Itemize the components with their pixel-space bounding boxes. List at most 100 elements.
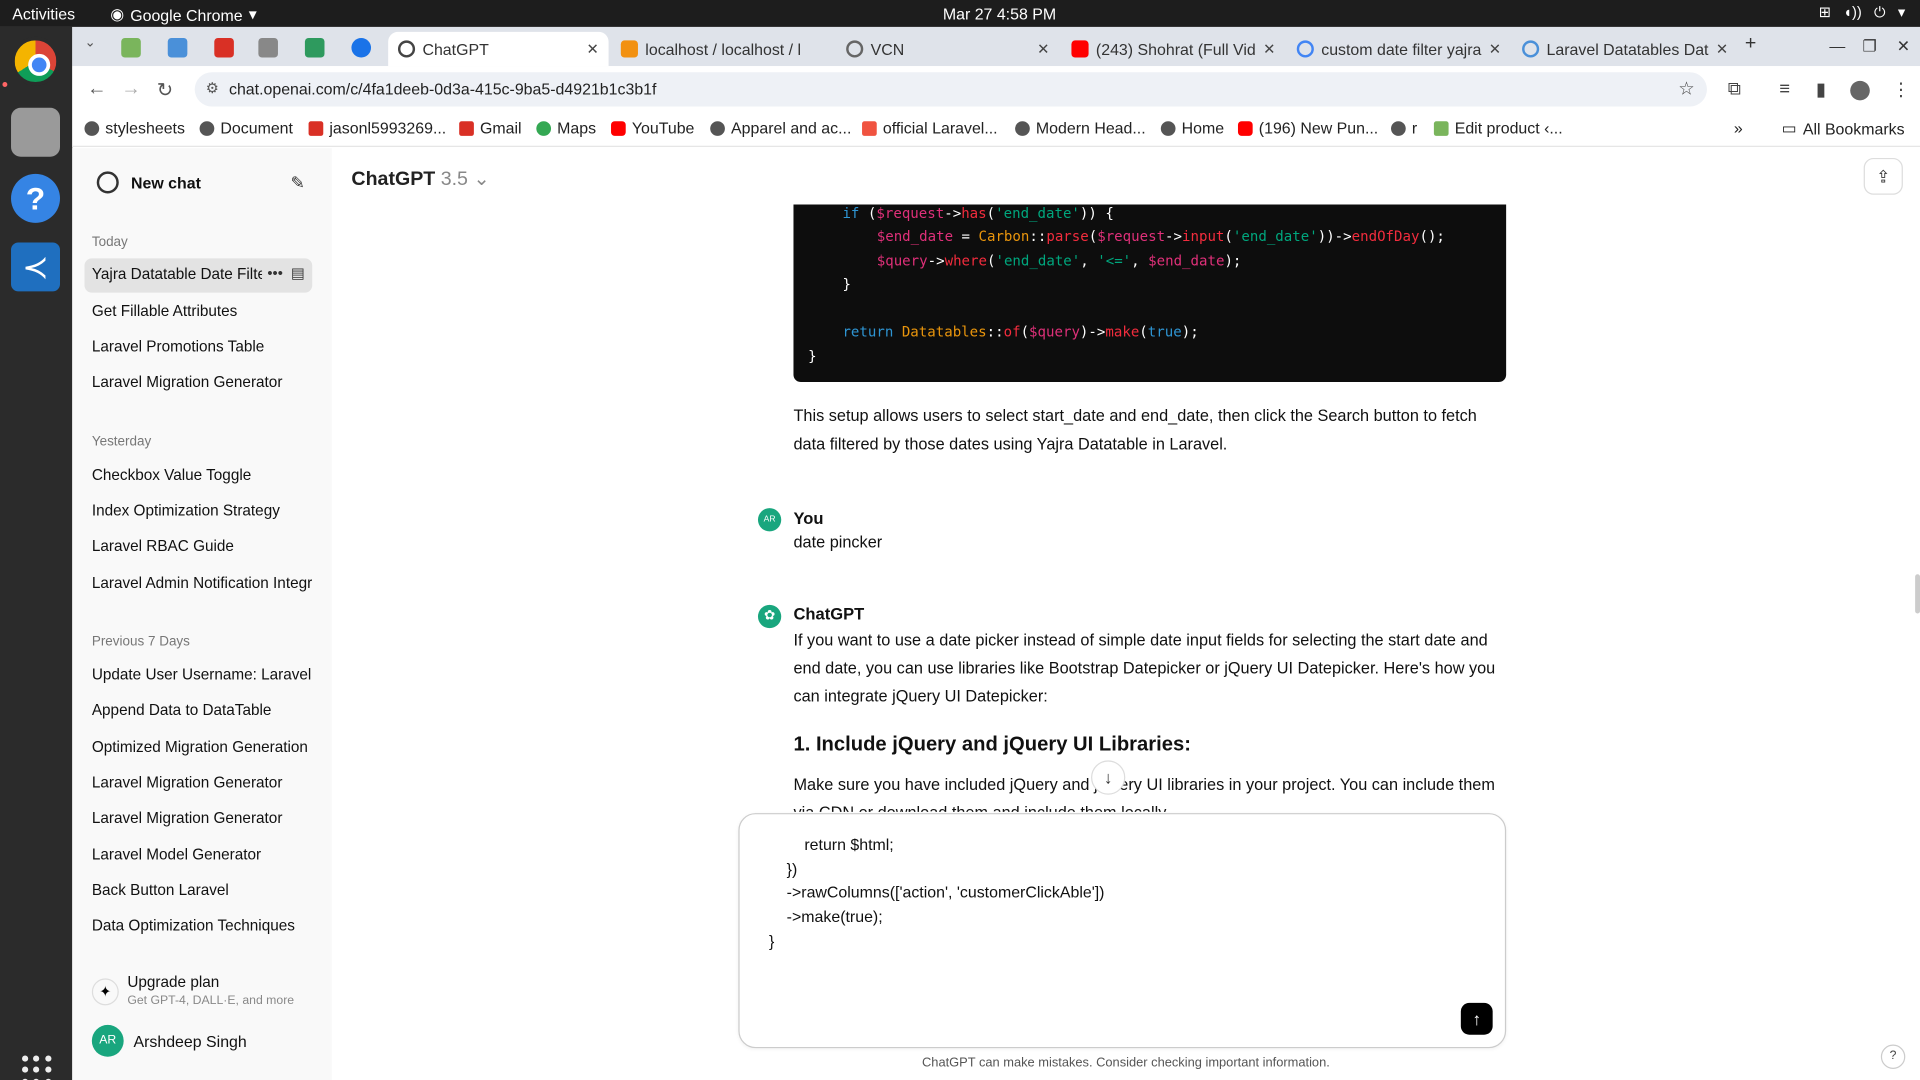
chat-history-item[interactable]: Laravel Migration Generator <box>84 767 312 801</box>
tab-youtube[interactable]: (243) Shohrat (Full Vid ✕ <box>1062 32 1285 66</box>
tab-laravel-datatables[interactable]: Laravel Datatables Dat ✕ <box>1512 32 1735 66</box>
bookmark-item[interactable]: Home <box>1160 119 1224 137</box>
bookmark-item[interactable]: Gmail <box>459 119 522 137</box>
bookmark-item[interactable]: official Laravel... <box>862 119 998 137</box>
close-window-icon[interactable]: ✕ <box>1897 37 1910 57</box>
tab-google-search[interactable]: custom date filter yajra ✕ <box>1287 32 1510 66</box>
edit-icon[interactable]: ✎ <box>291 172 305 193</box>
bookmark-item[interactable]: Edit product ‹... <box>1433 119 1563 137</box>
bookmark-item[interactable]: Maps <box>536 119 596 137</box>
scrollbar[interactable] <box>1915 574 1920 614</box>
close-icon[interactable]: ✕ <box>1256 40 1275 57</box>
tab-search-icon[interactable]: ⌄ <box>84 34 95 51</box>
app-menu[interactable]: ◉ Google Chrome ▾ <box>110 5 257 25</box>
media-icon[interactable]: ≡ <box>1779 78 1790 99</box>
chat-history-item[interactable]: Index Optimization Strategy <box>84 495 312 529</box>
tab-localhost[interactable]: localhost / localhost / l <box>611 32 834 66</box>
close-icon[interactable]: ✕ <box>1481 40 1501 57</box>
show-apps-icon[interactable] <box>22 1055 52 1080</box>
chat-history-item[interactable]: Update User Username: Laravel <box>84 659 312 693</box>
vscode-dock-icon[interactable]: ≺ <box>11 242 61 292</box>
side-panel-icon[interactable]: ▮ <box>1816 78 1826 101</box>
bookmark-item[interactable]: Apparel and ac... <box>710 119 851 137</box>
extensions-icon[interactable]: ⧉ <box>1728 78 1741 99</box>
back-icon[interactable]: ← <box>87 78 107 100</box>
files-dock-icon[interactable] <box>11 107 61 157</box>
chat-history-item[interactable]: Checkbox Value Toggle <box>84 459 312 493</box>
chat-history-item[interactable]: Yajra Datatable Date Filter ••• ▤ <box>84 258 313 293</box>
activities-button[interactable]: Activities <box>12 5 75 23</box>
chat-history-item[interactable]: Laravel Migration Generator <box>84 366 312 400</box>
bookmark-item[interactable]: r <box>1391 119 1417 137</box>
assistant-paragraph: If you want to use a date picker instead… <box>793 630 1496 706</box>
bookmark-item[interactable]: YouTube <box>611 119 694 137</box>
youtube-icon <box>1237 120 1253 136</box>
help-icon[interactable]: ? <box>1880 1044 1906 1069</box>
more-menu-icon[interactable]: ⋮ <box>1892 78 1910 101</box>
pinned-tab-icon[interactable] <box>167 37 188 58</box>
profile-avatar[interactable] <box>1850 80 1870 101</box>
chat-history-item[interactable]: Optimized Migration Generation <box>84 731 312 765</box>
pinned-tab-icon[interactable] <box>121 37 141 58</box>
code-line: } <box>808 347 817 365</box>
pinned-tab-icon[interactable] <box>351 37 372 58</box>
chat-history-item[interactable]: Laravel Model Generator <box>84 839 312 873</box>
openai-icon <box>96 171 119 194</box>
help-dock-icon[interactable]: ? <box>11 173 61 223</box>
site-info-icon[interactable]: ⚙ <box>206 80 219 97</box>
address-bar[interactable]: ⚙ chat.openai.com/c/4fa1deeb-0d3a-415c-9… <box>194 72 1707 107</box>
new-chat-button[interactable]: New chat ✎ <box>84 163 314 202</box>
chat-history-item[interactable]: Back Button Laravel <box>84 874 312 908</box>
all-bookmarks[interactable]: ▭ All Bookmarks <box>1782 119 1905 139</box>
chat-history-item[interactable]: Laravel RBAC Guide <box>84 530 312 564</box>
close-icon[interactable]: ✕ <box>579 40 598 57</box>
clock[interactable]: Mar 27 4:58 PM <box>943 5 1056 23</box>
tab-title: custom date filter yajra <box>1321 39 1482 59</box>
gmail-pinned-tab-icon[interactable] <box>214 37 234 58</box>
model-selector[interactable]: ChatGPT 3.5 ⌄ <box>351 167 489 191</box>
bookmark-star-icon[interactable]: ☆ <box>1678 77 1694 99</box>
share-icon[interactable]: ⇪ <box>1863 157 1903 195</box>
pinned-tab-icon[interactable] <box>258 37 278 58</box>
chrome-dock-icon[interactable] <box>11 36 61 86</box>
chat-history-item[interactable]: Data Optimization Techniques <box>84 910 312 944</box>
system-top-bar: Activities ◉ Google Chrome ▾ Mar 27 4:58… <box>0 0 1920 27</box>
tab-strip: ⌄ ChatGPT ✕ localhost / localhost / l VC… <box>72 26 1920 67</box>
close-icon[interactable]: ✕ <box>1030 40 1049 57</box>
pinned-tab-icon[interactable] <box>304 37 325 58</box>
avatar: AR <box>91 1024 124 1057</box>
more-bookmarks-icon[interactable]: » <box>1734 119 1743 137</box>
forward-icon[interactable]: → <box>121 78 141 100</box>
power-icon: ⏻ <box>1874 3 1886 21</box>
input-line: }) <box>768 859 798 878</box>
user-message-text: date pincker <box>793 532 883 552</box>
code-line: } <box>842 275 851 293</box>
scroll-down-icon[interactable]: ↓ <box>1091 760 1126 795</box>
shopify-icon <box>1433 120 1449 136</box>
chat-history-item[interactable]: Append Data to DataTable <box>84 694 312 728</box>
message-input[interactable]: return $html; }) ->rawColumns(['action',… <box>738 813 1507 1049</box>
send-button[interactable]: ↑ <box>1460 1002 1493 1035</box>
chevron-down-icon: ⌄ <box>473 168 490 190</box>
reload-icon[interactable]: ↻ <box>157 78 173 102</box>
minimize-icon[interactable]: — <box>1829 37 1845 55</box>
bookmark-item[interactable]: Modern Head... <box>1015 119 1146 137</box>
new-tab-icon[interactable]: + <box>1745 33 1756 55</box>
chat-history-item[interactable]: Laravel Promotions Table <box>84 331 312 365</box>
system-tray[interactable]: ⊞ ◖)) ⏻ ▾ <box>1819 4 1906 22</box>
bookmark-item[interactable]: jasonl5993269... <box>308 119 446 137</box>
chat-history-item[interactable]: Get Fillable Attributes <box>84 295 312 329</box>
tab-chatgpt[interactable]: ChatGPT ✕ <box>388 31 609 67</box>
chat-actions[interactable]: ••• ▤ <box>262 264 305 282</box>
close-icon[interactable]: ✕ <box>1708 40 1728 57</box>
bookmark-item[interactable]: stylesheets <box>84 119 185 137</box>
user-message-author: You <box>793 509 824 528</box>
maximize-icon[interactable]: ❐ <box>1862 37 1876 57</box>
globe-icon <box>710 120 725 136</box>
tab-vcn[interactable]: VCN ✕ <box>836 32 1059 66</box>
chat-history-item[interactable]: Laravel Admin Notification Integra <box>84 567 312 601</box>
chat-history-item[interactable]: Laravel Migration Generator <box>84 802 312 836</box>
user-menu[interactable]: AR Arshdeep Singh <box>91 1024 247 1057</box>
bookmark-item[interactable]: (196) New Pun... <box>1237 119 1378 137</box>
bookmark-item[interactable]: Document <box>199 119 293 137</box>
